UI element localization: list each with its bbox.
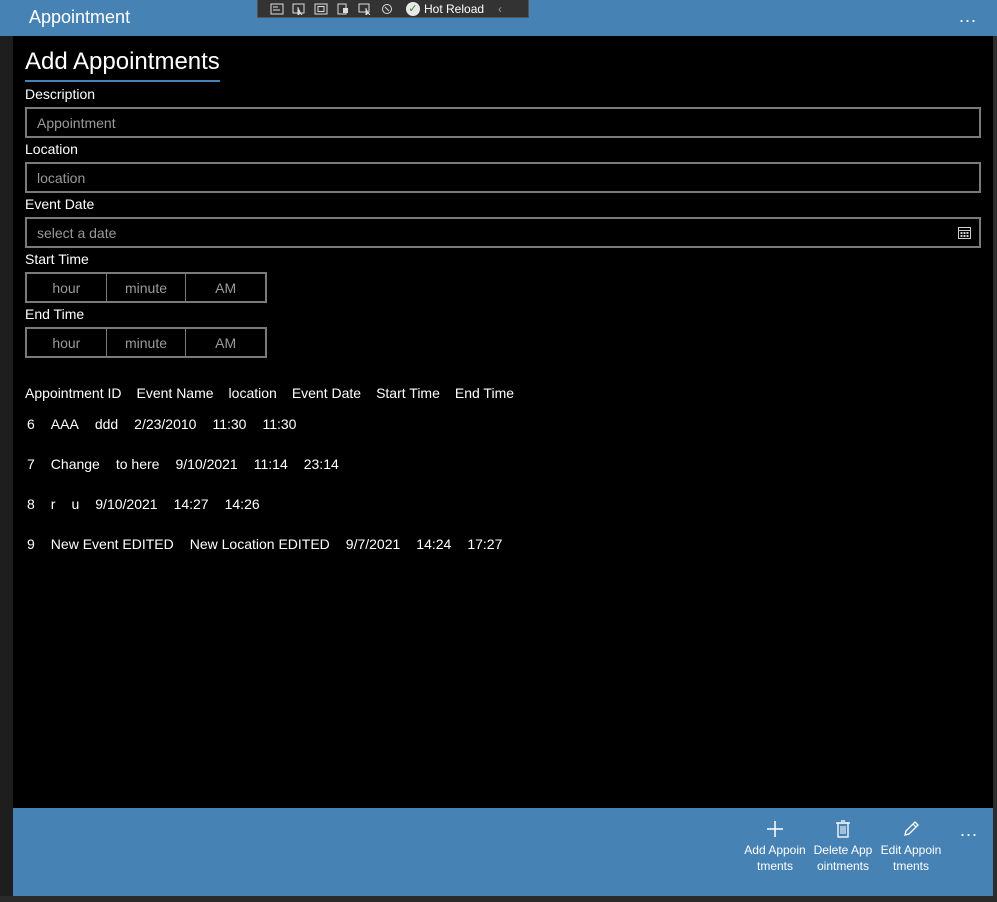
calendar-icon[interactable] — [958, 226, 971, 239]
column-header: location — [228, 385, 277, 401]
track-focus-icon[interactable] — [336, 3, 350, 15]
cell-event-date: 2/23/2010 — [134, 416, 197, 432]
hot-reload-indicator[interactable]: ✓ Hot Reload — [406, 1, 485, 16]
column-header: Event Date — [291, 385, 362, 401]
cell-location: to here — [115, 456, 160, 472]
start-period-segment[interactable]: AM — [186, 274, 265, 301]
add-icon — [743, 818, 807, 840]
live-visual-tree-icon[interactable] — [270, 3, 284, 15]
cell-id: 6 — [27, 416, 35, 432]
window-right-edge — [993, 36, 997, 902]
page-heading: Add Appointments — [25, 48, 220, 82]
cell-end-time: 17:27 — [467, 536, 503, 552]
more-options-icon[interactable]: ... — [959, 6, 977, 27]
cell-event-name: New Event EDITED — [50, 536, 174, 552]
select-element-icon[interactable] — [292, 3, 306, 15]
edit-icon — [879, 818, 943, 840]
add-appointments-label: Add Appointments — [744, 843, 806, 873]
table-row[interactable]: 9 New Event EDITED New Location EDITED 9… — [25, 536, 502, 552]
cell-end-time: 14:26 — [224, 496, 260, 512]
collapse-chevron-icon[interactable]: ‹ — [498, 2, 502, 16]
table-row[interactable]: 6 AAA ddd 2/23/2010 11:30 11:30 — [25, 416, 296, 432]
table-row[interactable]: 8 r u 9/10/2021 14:27 14:26 — [25, 496, 260, 512]
cell-id: 9 — [27, 536, 35, 552]
start-hour-segment[interactable]: hour — [27, 274, 107, 301]
end-time-label: End Time — [25, 306, 85, 322]
cell-start-time: 14:27 — [173, 496, 209, 512]
column-header: Event Name — [136, 385, 214, 401]
main-content: Add Appointments Description Location Ev… — [13, 36, 993, 808]
cell-location: New Location EDITED — [189, 536, 330, 552]
end-minute-segment[interactable]: minute — [107, 329, 187, 356]
event-date-label: Event Date — [25, 196, 95, 212]
cell-end-time: 23:14 — [303, 456, 339, 472]
check-icon: ✓ — [406, 1, 420, 16]
location-label: Location — [25, 141, 78, 157]
delete-appointments-button[interactable]: Delete Appointments — [811, 818, 875, 874]
location-input[interactable] — [25, 162, 981, 193]
end-time-picker[interactable]: hour minute AM — [25, 327, 267, 358]
cell-event-date: 9/10/2021 — [175, 456, 238, 472]
display-layout-adorners-icon[interactable] — [314, 3, 328, 15]
window-bottom-edge — [0, 896, 997, 902]
hot-reload-settings-icon[interactable] — [380, 3, 394, 15]
cell-event-name: Change — [50, 456, 100, 472]
add-appointments-button[interactable]: Add Appointments — [743, 818, 807, 874]
cell-id: 7 — [27, 456, 35, 472]
event-date-picker[interactable]: select a date — [25, 217, 981, 248]
edit-appointments-button[interactable]: Edit Appointments — [879, 818, 943, 874]
command-bar: Add Appointments Delete Appointments Edi… — [13, 808, 993, 896]
end-period-segment[interactable]: AM — [186, 329, 265, 356]
app-title: Appointment — [29, 7, 131, 27]
table-header: Appointment ID Event Name location Event… — [25, 385, 514, 401]
column-header: Appointment ID — [25, 385, 122, 401]
end-hour-segment[interactable]: hour — [27, 329, 107, 356]
more-commands-icon[interactable]: ... — [960, 820, 978, 841]
delete-icon — [811, 818, 875, 840]
debug-toolbar: ✓ Hot Reload ‹ — [257, 0, 529, 18]
cell-start-time: 11:14 — [253, 456, 288, 472]
column-header: End Time — [454, 385, 515, 401]
cell-id: 8 — [27, 496, 35, 512]
table-row[interactable]: 7 Change to here 9/10/2021 11:14 23:14 — [25, 456, 339, 472]
hot-reload-label: Hot Reload — [424, 1, 485, 16]
cell-end-time: 11:30 — [262, 416, 297, 432]
cell-location: ddd — [94, 416, 119, 432]
column-header: Start Time — [376, 385, 440, 401]
description-label: Description — [25, 86, 96, 102]
cell-event-name: AAA — [50, 416, 79, 432]
cell-location: u — [71, 496, 80, 512]
cell-event-date: 9/10/2021 — [95, 496, 158, 512]
start-time-picker[interactable]: hour minute AM — [25, 272, 267, 303]
delete-appointments-label: Delete Appointments — [813, 843, 873, 873]
cell-start-time: 14:24 — [416, 536, 452, 552]
cell-event-date: 9/7/2021 — [345, 536, 401, 552]
edit-appointments-label: Edit Appointments — [880, 843, 942, 873]
cell-event-name: r — [50, 496, 56, 512]
event-date-placeholder: select a date — [37, 224, 117, 241]
cell-start-time: 11:30 — [212, 416, 247, 432]
description-input[interactable] — [25, 107, 981, 138]
binding-failures-icon[interactable] — [358, 3, 372, 15]
start-minute-segment[interactable]: minute — [107, 274, 187, 301]
start-time-label: Start Time — [25, 251, 89, 267]
window-left-edge — [0, 36, 13, 902]
